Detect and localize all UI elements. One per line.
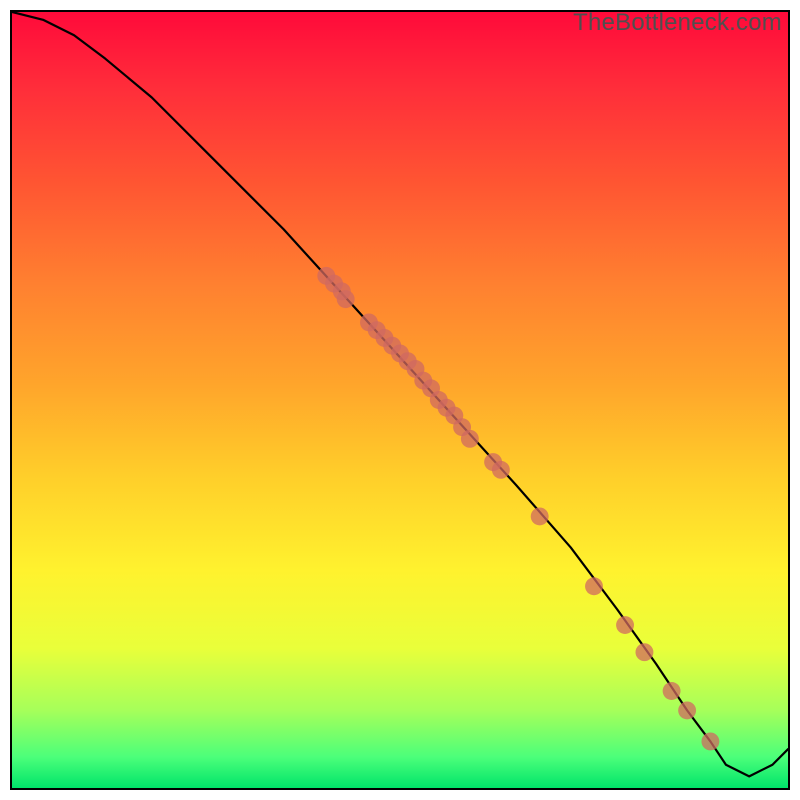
- watermark-label: TheBottleneck.com: [573, 9, 782, 37]
- data-point: [492, 461, 510, 479]
- data-point: [461, 430, 479, 448]
- chart-overlay-svg: [12, 12, 788, 788]
- data-point: [531, 507, 549, 525]
- data-point: [337, 290, 355, 308]
- data-point: [616, 616, 634, 634]
- chart-stage: TheBottleneck.com: [0, 0, 800, 800]
- data-point: [701, 732, 719, 750]
- data-point: [678, 701, 696, 719]
- data-point: [635, 643, 653, 661]
- bottleneck-curve: [12, 12, 788, 776]
- data-points-group: [317, 267, 719, 751]
- data-point: [585, 577, 603, 595]
- plot-area: TheBottleneck.com: [10, 10, 790, 790]
- data-point: [663, 682, 681, 700]
